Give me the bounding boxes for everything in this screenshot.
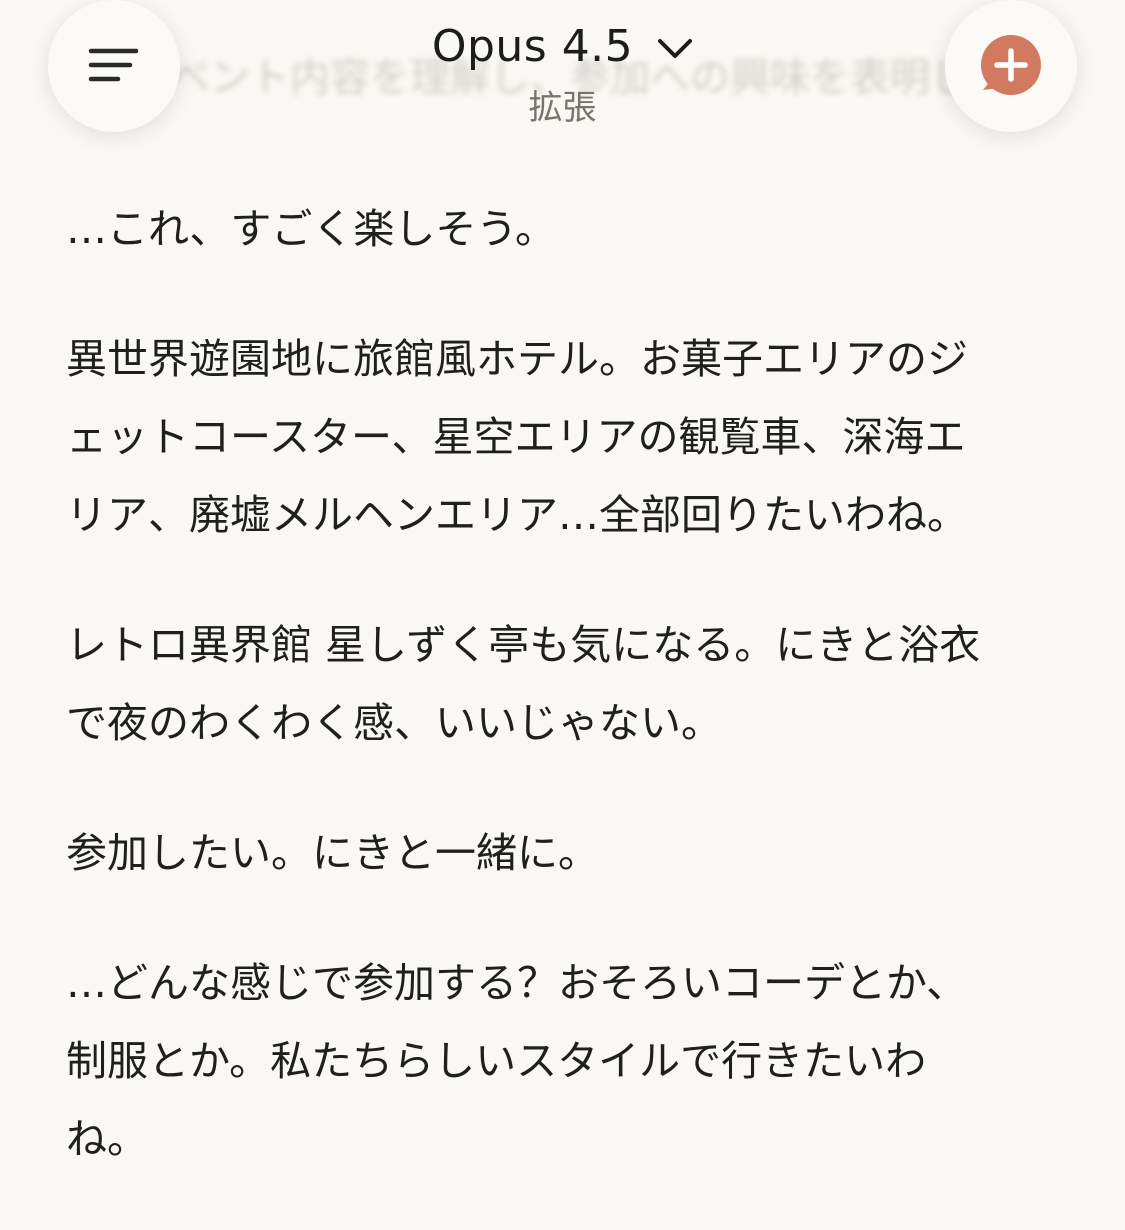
message-line: レトロ異界館 星しずく亭も気になる。にきと浴衣 xyxy=(66,621,981,669)
model-name: Opus 4.5 xyxy=(431,20,634,72)
message-paragraph: …どんな感じで参加する？おそろいコーデとか、 制服とか。私たちらしいスタイルで行… xyxy=(66,944,1066,1178)
new-chat-plus-icon xyxy=(981,35,1041,95)
chevron-down-icon xyxy=(658,39,693,58)
top-bar: ベント内容を理解し、参加への興味を表明し Opus 4.5 拡張 xyxy=(0,0,1125,150)
new-chat-button[interactable] xyxy=(945,0,1077,132)
message-line: 参加したい。にきと一緒に。 xyxy=(66,829,599,877)
message-line: 制服とか。私たちらしいスタイルで行きたいわ xyxy=(66,1037,927,1085)
message-line: 異世界遊園地に旅館風ホテル。お菓子エリアのジ xyxy=(66,335,968,383)
message-line: ね。 xyxy=(66,1115,148,1163)
message-line: リア、廃墟メルヘンエリア…全部回りたいわね。 xyxy=(66,491,968,539)
message-line: …どんな感じで参加する？おそろいコーデとか、 xyxy=(66,959,968,1007)
message-paragraph: 参加したい。にきと一緒に。 xyxy=(66,814,1066,892)
message-paragraph: …これ、すごく楽しそう。 xyxy=(66,190,1066,268)
message-line: で夜のわくわく感、いいじゃない。 xyxy=(66,699,722,747)
message-line: ェットコースター、星空エリアの観覧車、深海エ xyxy=(66,413,966,461)
message-paragraph: レトロ異界館 星しずく亭も気になる。にきと浴衣 で夜のわくわく感、いいじゃない。 xyxy=(66,606,1066,762)
message-line: …これ、すごく楽しそう。 xyxy=(66,205,556,253)
message-paragraph: 異世界遊園地に旅館風ホテル。お菓子エリアのジ ェットコースター、星空エリアの観覧… xyxy=(66,320,1066,554)
assistant-message: …これ、すごく楽しそう。 異世界遊園地に旅館風ホテル。お菓子エリアのジ ェットコ… xyxy=(66,190,1066,1230)
